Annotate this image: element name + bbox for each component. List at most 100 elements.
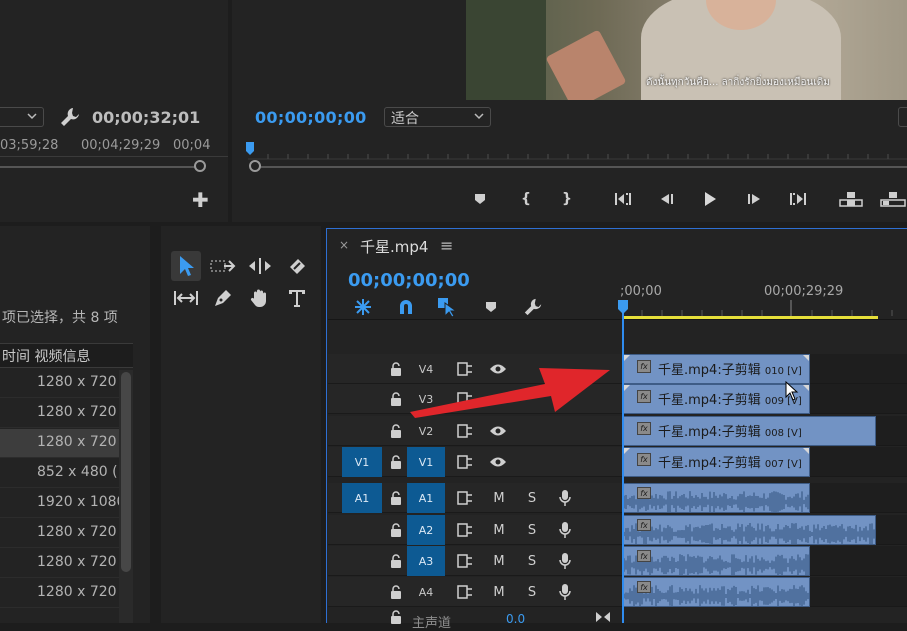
add-marker-button[interactable] bbox=[469, 188, 491, 210]
razor-tool[interactable] bbox=[282, 251, 312, 281]
go-to-end-icon[interactable] bbox=[594, 610, 612, 624]
timeline-playhead-line[interactable] bbox=[622, 300, 624, 623]
audio-clip-a2[interactable]: fx bbox=[623, 515, 876, 545]
sync-lock-icon[interactable] bbox=[455, 582, 475, 602]
eye-icon[interactable] bbox=[487, 452, 509, 472]
source-zoom-handle[interactable] bbox=[194, 160, 206, 172]
linked-selection-button[interactable] bbox=[436, 296, 458, 318]
ripple-edit-tool[interactable] bbox=[245, 251, 275, 281]
add-button-icon[interactable]: ✚ bbox=[192, 188, 209, 212]
slip-tool[interactable] bbox=[171, 283, 201, 313]
play-button[interactable] bbox=[699, 188, 721, 210]
track-target-a4[interactable]: A4 bbox=[407, 577, 445, 607]
master-volume-value[interactable]: 0.0 bbox=[506, 612, 525, 626]
video-clip-009[interactable]: fx 千星.mp4:子剪辑 009 [V] bbox=[623, 384, 810, 414]
mute-button[interactable]: M bbox=[490, 582, 508, 602]
mute-button[interactable]: M bbox=[490, 551, 508, 571]
lock-icon[interactable] bbox=[388, 452, 404, 472]
sync-lock-icon[interactable] bbox=[455, 488, 475, 508]
source-patch-a1[interactable]: A1 bbox=[342, 483, 382, 513]
project-scrollbar-thumb[interactable] bbox=[121, 372, 131, 572]
close-tab-icon[interactable]: × bbox=[339, 238, 349, 252]
sync-lock-icon[interactable] bbox=[455, 452, 475, 472]
video-clip-010[interactable]: fx 千星.mp4:子剪辑 010 [V] bbox=[623, 354, 810, 384]
add-marker-timeline-button[interactable] bbox=[480, 296, 502, 318]
sync-lock-icon[interactable] bbox=[455, 551, 475, 571]
track-select-tool[interactable] bbox=[208, 251, 238, 281]
microphone-icon[interactable] bbox=[556, 551, 574, 571]
solo-button[interactable]: S bbox=[523, 582, 541, 602]
sync-lock-icon[interactable] bbox=[455, 421, 475, 441]
go-to-out-button[interactable] bbox=[786, 188, 808, 210]
audio-clip-a1[interactable]: fx bbox=[623, 483, 810, 513]
nest-sequence-button[interactable] bbox=[352, 296, 374, 318]
timeline-settings-button[interactable] bbox=[522, 296, 544, 318]
step-back-button[interactable] bbox=[655, 188, 677, 210]
panel-menu-icon[interactable]: ≡ bbox=[440, 236, 453, 255]
playback-resolution-dropdown[interactable] bbox=[898, 107, 907, 127]
track-target-a2[interactable]: A2 bbox=[407, 515, 445, 545]
track-header-v2[interactable] bbox=[328, 416, 622, 446]
selection-tool[interactable] bbox=[171, 251, 201, 281]
lock-icon[interactable] bbox=[388, 582, 404, 602]
video-clip-007[interactable]: fx 千星.mp4:子剪辑 007 [V] bbox=[623, 447, 810, 477]
lock-icon[interactable] bbox=[388, 551, 404, 571]
microphone-icon[interactable] bbox=[556, 520, 574, 540]
go-to-in-button[interactable] bbox=[613, 188, 635, 210]
program-ruler[interactable] bbox=[248, 150, 907, 160]
lock-icon[interactable] bbox=[388, 389, 404, 409]
program-playhead[interactable] bbox=[246, 142, 254, 156]
project-row-selected[interactable]: 1280 x 720 (1 bbox=[0, 429, 133, 458]
track-header-a2[interactable] bbox=[328, 515, 622, 545]
solo-button[interactable]: S bbox=[523, 488, 541, 508]
sequence-tab[interactable]: 千星.mp4 bbox=[360, 236, 428, 257]
extract-button[interactable] bbox=[880, 188, 906, 210]
program-timecode[interactable]: 00;00;00;00 bbox=[255, 108, 367, 127]
microphone-icon[interactable] bbox=[556, 488, 574, 508]
track-header-a3[interactable] bbox=[328, 546, 622, 576]
video-clip-008[interactable]: fx 千星.mp4:子剪辑 008 [V] bbox=[623, 416, 876, 446]
audio-clip-a3[interactable]: fx bbox=[623, 546, 810, 576]
source-zoom-bar[interactable] bbox=[0, 166, 205, 168]
project-row[interactable]: 1280 x 720 (1 bbox=[0, 549, 133, 578]
track-header-a4[interactable] bbox=[328, 577, 622, 607]
solo-button[interactable]: S bbox=[523, 551, 541, 571]
step-forward-button[interactable] bbox=[744, 188, 766, 210]
program-zoom-bar[interactable] bbox=[260, 166, 907, 168]
mute-button[interactable]: M bbox=[490, 520, 508, 540]
hand-tool[interactable] bbox=[245, 283, 275, 313]
project-row[interactable]: 1280 x 720 (1 bbox=[0, 399, 133, 428]
source-ruler[interactable] bbox=[0, 156, 228, 162]
project-row[interactable]: 1280 x 720 (1 bbox=[0, 519, 133, 548]
sync-lock-icon[interactable] bbox=[455, 520, 475, 540]
mark-out-button[interactable]: } bbox=[556, 188, 578, 210]
lock-icon[interactable] bbox=[388, 488, 404, 508]
microphone-icon[interactable] bbox=[556, 582, 574, 602]
lift-button[interactable] bbox=[838, 188, 864, 210]
eye-icon[interactable] bbox=[487, 421, 509, 441]
solo-button[interactable]: S bbox=[523, 520, 541, 540]
lock-icon[interactable] bbox=[388, 520, 404, 540]
timeline-ruler[interactable] bbox=[622, 300, 907, 316]
track-target-a3[interactable]: A3 bbox=[407, 546, 445, 576]
mute-button[interactable]: M bbox=[490, 488, 508, 508]
lock-icon[interactable] bbox=[388, 610, 404, 624]
project-row[interactable]: 1280 x 720 ( bbox=[0, 579, 133, 608]
source-patch-v1[interactable]: V1 bbox=[342, 447, 382, 477]
project-row[interactable]: 1280 x 720 (1 bbox=[0, 369, 133, 398]
snap-button[interactable] bbox=[395, 296, 417, 318]
lock-icon[interactable] bbox=[388, 421, 404, 441]
track-target-a1[interactable]: A1 bbox=[407, 483, 445, 513]
timeline-playhead[interactable] bbox=[618, 300, 628, 314]
source-fit-dropdown[interactable] bbox=[0, 107, 44, 127]
project-row[interactable]: 852 x 480 (1. bbox=[0, 459, 133, 488]
wrench-icon[interactable] bbox=[59, 106, 81, 128]
lock-icon[interactable] bbox=[388, 359, 404, 379]
pen-tool[interactable] bbox=[208, 283, 238, 313]
type-tool[interactable] bbox=[282, 283, 312, 313]
timeline-timecode[interactable]: 00;00;00;00 bbox=[348, 270, 470, 291]
program-zoom-handle[interactable] bbox=[249, 160, 261, 172]
mark-in-button[interactable]: { bbox=[515, 188, 537, 210]
project-row[interactable]: 1920 x 1080 bbox=[0, 489, 133, 518]
track-target-v1[interactable]: V1 bbox=[407, 447, 445, 477]
